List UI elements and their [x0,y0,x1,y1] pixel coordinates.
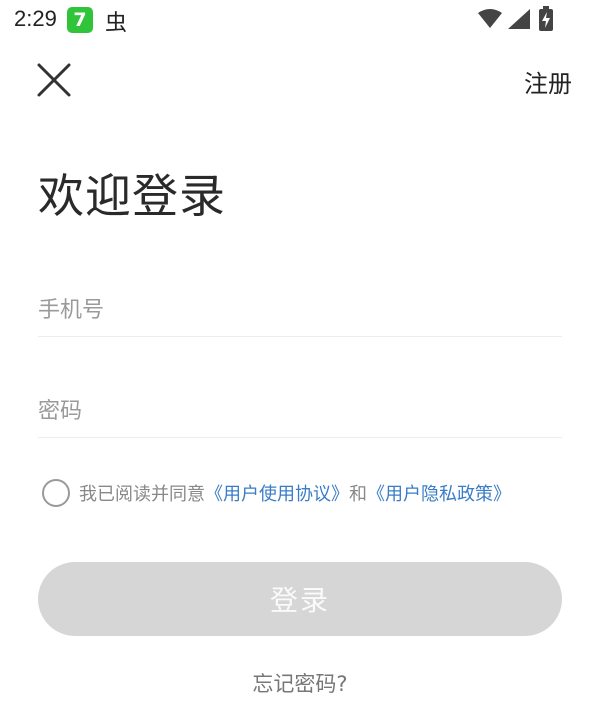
close-icon[interactable] [34,60,74,100]
phone-input[interactable] [38,285,562,336]
forgot-password-link[interactable]: 忘记密码? [0,668,600,698]
wifi-icon [478,9,502,28]
password-field-container [38,386,562,438]
user-agreement-link[interactable]: 《用户使用协议》 [205,480,349,506]
status-bar: 2:29 7 虫 [0,0,600,40]
login-button[interactable]: 登录 [38,562,562,636]
page-title: 欢迎登录 [38,169,226,223]
privacy-policy-link[interactable]: 《用户隐私政策》 [367,480,511,506]
agreement-conjunction: 和 [349,484,367,505]
register-link[interactable]: 注册 [524,64,572,99]
battery-icon [539,6,553,31]
status-time: 2:29 [14,6,57,31]
password-input[interactable] [38,386,562,437]
app-notification-icon: 7 [67,7,93,33]
agreement-prefix: 我已阅读并同意 [79,484,205,505]
phone-field-container [38,285,562,337]
bug-notification-icon: 虫 [105,11,128,36]
agreement-radio-icon[interactable] [42,479,70,507]
signal-icon [508,9,530,29]
agreement-row: 我已阅读并同意 《用户使用协议》 和 《用户隐私政策》 [42,478,582,508]
